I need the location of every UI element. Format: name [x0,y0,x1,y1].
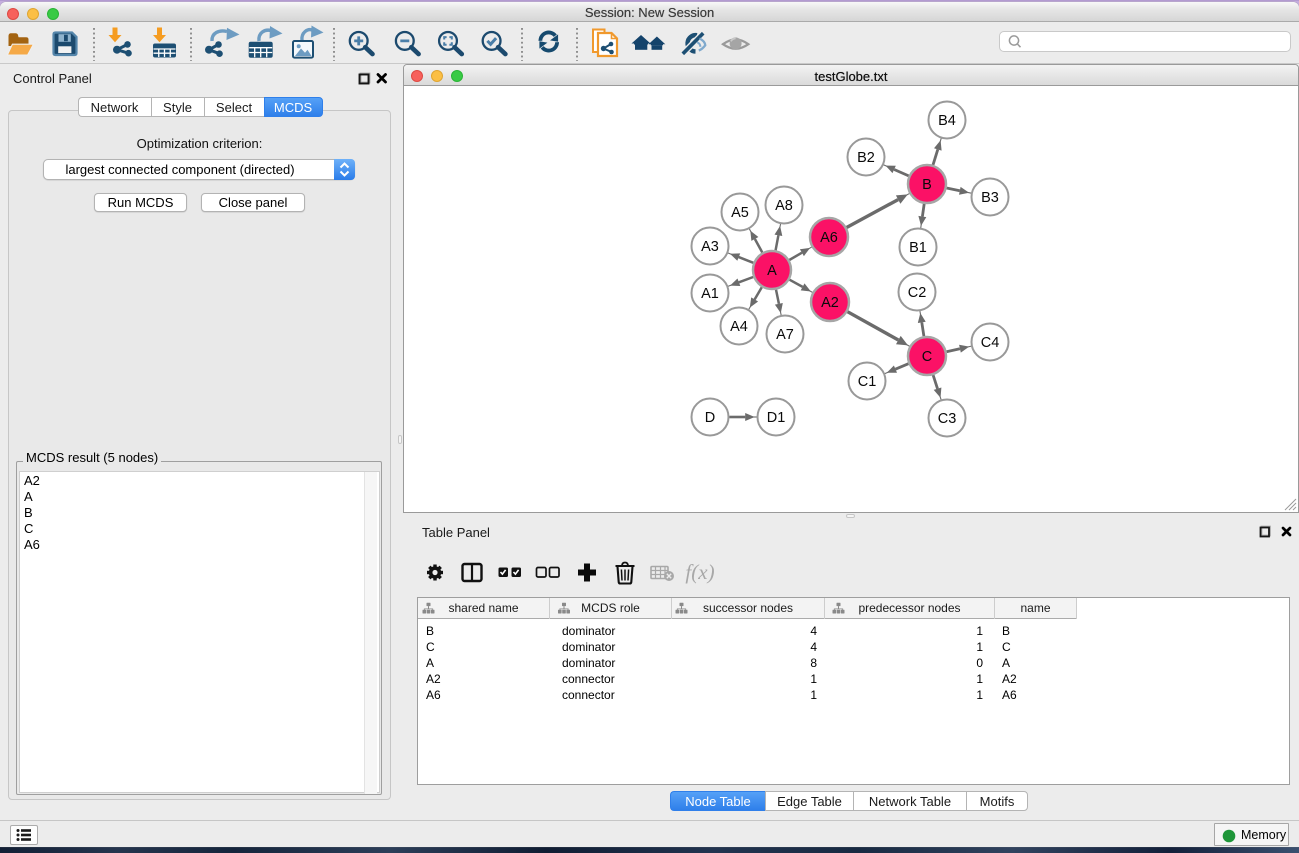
svg-text:A8: A8 [775,198,793,214]
svg-text:C3: C3 [938,411,957,427]
svg-text:A3: A3 [701,239,719,255]
svg-text:B4: B4 [938,113,956,129]
svg-text:D1: D1 [767,410,786,426]
svg-text:C2: C2 [908,285,927,301]
svg-text:B1: B1 [909,240,927,256]
svg-text:B3: B3 [981,190,999,206]
svg-text:B2: B2 [857,150,875,166]
svg-text:A: A [767,263,777,279]
svg-text:A5: A5 [731,205,749,221]
svg-text:A7: A7 [776,327,794,343]
svg-text:A2: A2 [821,295,839,311]
svg-text:C4: C4 [981,335,1000,351]
svg-text:A4: A4 [730,319,748,335]
svg-text:D: D [705,410,715,426]
svg-text:A1: A1 [701,286,719,302]
svg-text:C1: C1 [858,374,877,390]
svg-text:f(x): f(x) [685,560,714,584]
svg-text:B: B [922,177,932,193]
svg-text:C: C [922,349,932,365]
svg-text:A6: A6 [820,230,838,246]
